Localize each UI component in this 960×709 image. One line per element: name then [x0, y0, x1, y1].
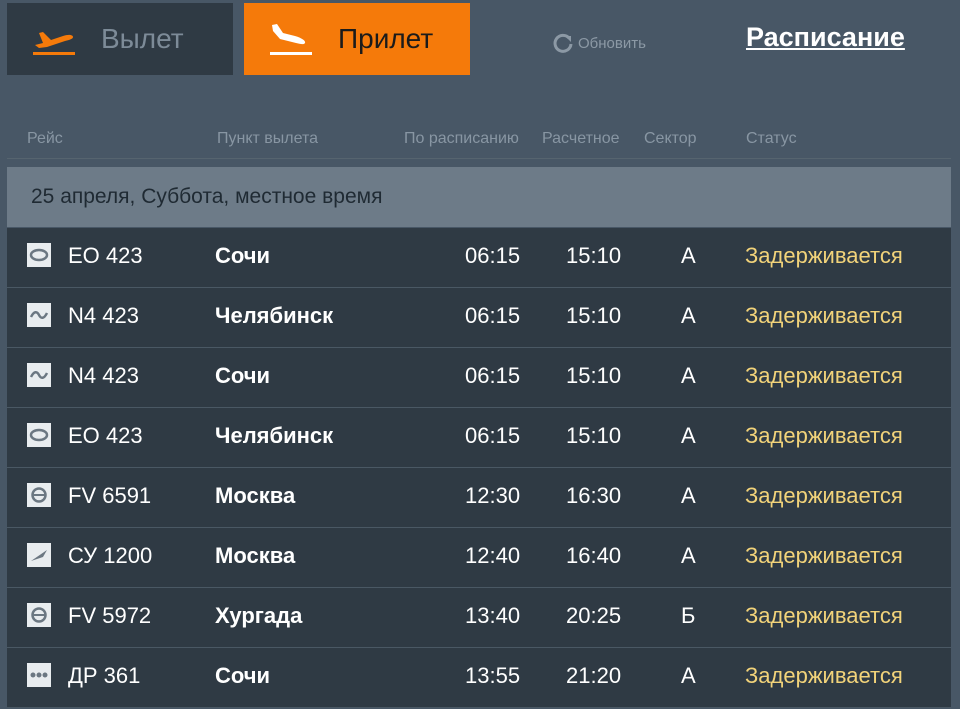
- scheduled-time: 06:15: [465, 243, 521, 268]
- estimated-time: 15:10: [566, 423, 622, 448]
- tab-arrivals-label: Прилет: [338, 23, 434, 54]
- sector: А: [681, 243, 696, 268]
- airline-logo-dp: [27, 663, 51, 687]
- origin-city: Москва: [215, 483, 296, 508]
- airline-logo-fv: [27, 483, 51, 507]
- airline-logo-eo: [27, 243, 51, 267]
- flight-number: FV 5972: [68, 603, 152, 628]
- origin-city: Челябинск: [215, 423, 334, 448]
- airline-logo-fv: [27, 603, 51, 627]
- origin-city: Челябинск: [215, 303, 334, 328]
- header-estimated: Расчетное: [542, 130, 620, 147]
- status-badge: Задерживается: [745, 423, 903, 448]
- scheduled-time: 06:15: [465, 423, 521, 448]
- estimated-time: 16:30: [566, 483, 622, 508]
- origin-city: Сочи: [215, 243, 271, 268]
- estimated-time: 20:25: [566, 603, 622, 628]
- sector: А: [681, 303, 696, 328]
- plane-landing-icon: [270, 24, 312, 55]
- table-row[interactable]: ЕО 423 Челябинск 06:15 15:10 А Задержива…: [7, 408, 951, 468]
- status-badge: Задерживается: [745, 483, 903, 508]
- tab-departures[interactable]: Вылет: [7, 3, 233, 75]
- table-row[interactable]: FV 5972 Хургада 13:40 20:25 Б Задерживае…: [7, 588, 951, 648]
- status-badge: Задерживается: [745, 543, 903, 568]
- table-header: Рейс Пункт вылета По расписанию Расчетно…: [7, 126, 951, 159]
- airline-logo-su: [27, 543, 51, 567]
- sector: Б: [681, 603, 696, 628]
- header-sector: Сектор: [644, 130, 697, 147]
- scheduled-time: 13:55: [465, 663, 521, 688]
- flights-table: ЕО 423 Сочи 06:15 15:10 А Задерживается …: [7, 228, 951, 708]
- status-badge: Задерживается: [745, 303, 903, 328]
- origin-city: Хургада: [215, 603, 303, 628]
- airline-logo-n4: [27, 303, 51, 327]
- scheduled-time: 12:40: [465, 543, 521, 568]
- scheduled-time: 13:40: [465, 603, 521, 628]
- sector: А: [681, 423, 696, 448]
- flight-number: ЕО 423: [68, 423, 143, 448]
- estimated-time: 16:40: [566, 543, 622, 568]
- header-status: Статус: [746, 130, 797, 147]
- table-row[interactable]: ДР 361 Сочи 13:55 21:20 А Задерживается: [7, 648, 951, 708]
- status-badge: Задерживается: [745, 363, 903, 388]
- estimated-time: 15:10: [566, 243, 622, 268]
- estimated-time: 15:10: [566, 363, 622, 388]
- sector: А: [681, 543, 696, 568]
- refresh-button[interactable]: Обновить: [552, 32, 646, 54]
- origin-city: Москва: [215, 543, 296, 568]
- status-badge: Задерживается: [745, 663, 903, 688]
- flight-number: ДР 361: [68, 663, 141, 688]
- sector: А: [681, 483, 696, 508]
- scheduled-time: 12:30: [465, 483, 521, 508]
- table-row[interactable]: ЕО 423 Сочи 06:15 15:10 А Задерживается: [7, 228, 951, 288]
- tab-arrivals[interactable]: Прилет: [244, 3, 470, 75]
- origin-city: Сочи: [215, 363, 271, 388]
- scheduled-time: 06:15: [465, 303, 521, 328]
- header-origin: Пункт вылета: [217, 130, 319, 147]
- airline-logo-n4: [27, 363, 51, 387]
- refresh-label: Обновить: [578, 34, 646, 52]
- refresh-icon: [553, 33, 573, 53]
- estimated-time: 15:10: [566, 303, 622, 328]
- sector: А: [681, 663, 696, 688]
- table-row[interactable]: FV 6591 Москва 12:30 16:30 А Задерживает…: [7, 468, 951, 528]
- origin-city: Сочи: [215, 663, 271, 688]
- airline-logo-eo: [27, 423, 51, 447]
- date-group-header: 25 апреля, Суббота, местное время: [7, 167, 951, 227]
- sector: А: [681, 363, 696, 388]
- status-badge: Задерживается: [745, 603, 903, 628]
- header-scheduled: По расписанию: [404, 130, 519, 147]
- scheduled-time: 06:15: [465, 363, 521, 388]
- flight-number: N4 423: [68, 303, 139, 328]
- flight-number: СУ 1200: [68, 543, 153, 568]
- table-row[interactable]: N4 423 Челябинск 06:15 15:10 А Задержива…: [7, 288, 951, 348]
- schedule-link[interactable]: Расписание: [746, 22, 905, 53]
- date-label: 25 апреля, Суббота, местное время: [31, 185, 383, 208]
- tab-departures-label: Вылет: [101, 23, 184, 54]
- header-flight: Рейс: [27, 130, 63, 147]
- table-row[interactable]: N4 423 Сочи 06:15 15:10 А Задерживается: [7, 348, 951, 408]
- estimated-time: 21:20: [566, 663, 622, 688]
- flight-number: N4 423: [68, 363, 139, 388]
- table-row[interactable]: СУ 1200 Москва 12:40 16:40 А Задерживает…: [7, 528, 951, 588]
- flight-number: FV 6591: [68, 483, 152, 508]
- plane-takeoff-icon: [33, 32, 75, 55]
- flight-number: ЕО 423: [68, 243, 143, 268]
- status-badge: Задерживается: [745, 243, 903, 268]
